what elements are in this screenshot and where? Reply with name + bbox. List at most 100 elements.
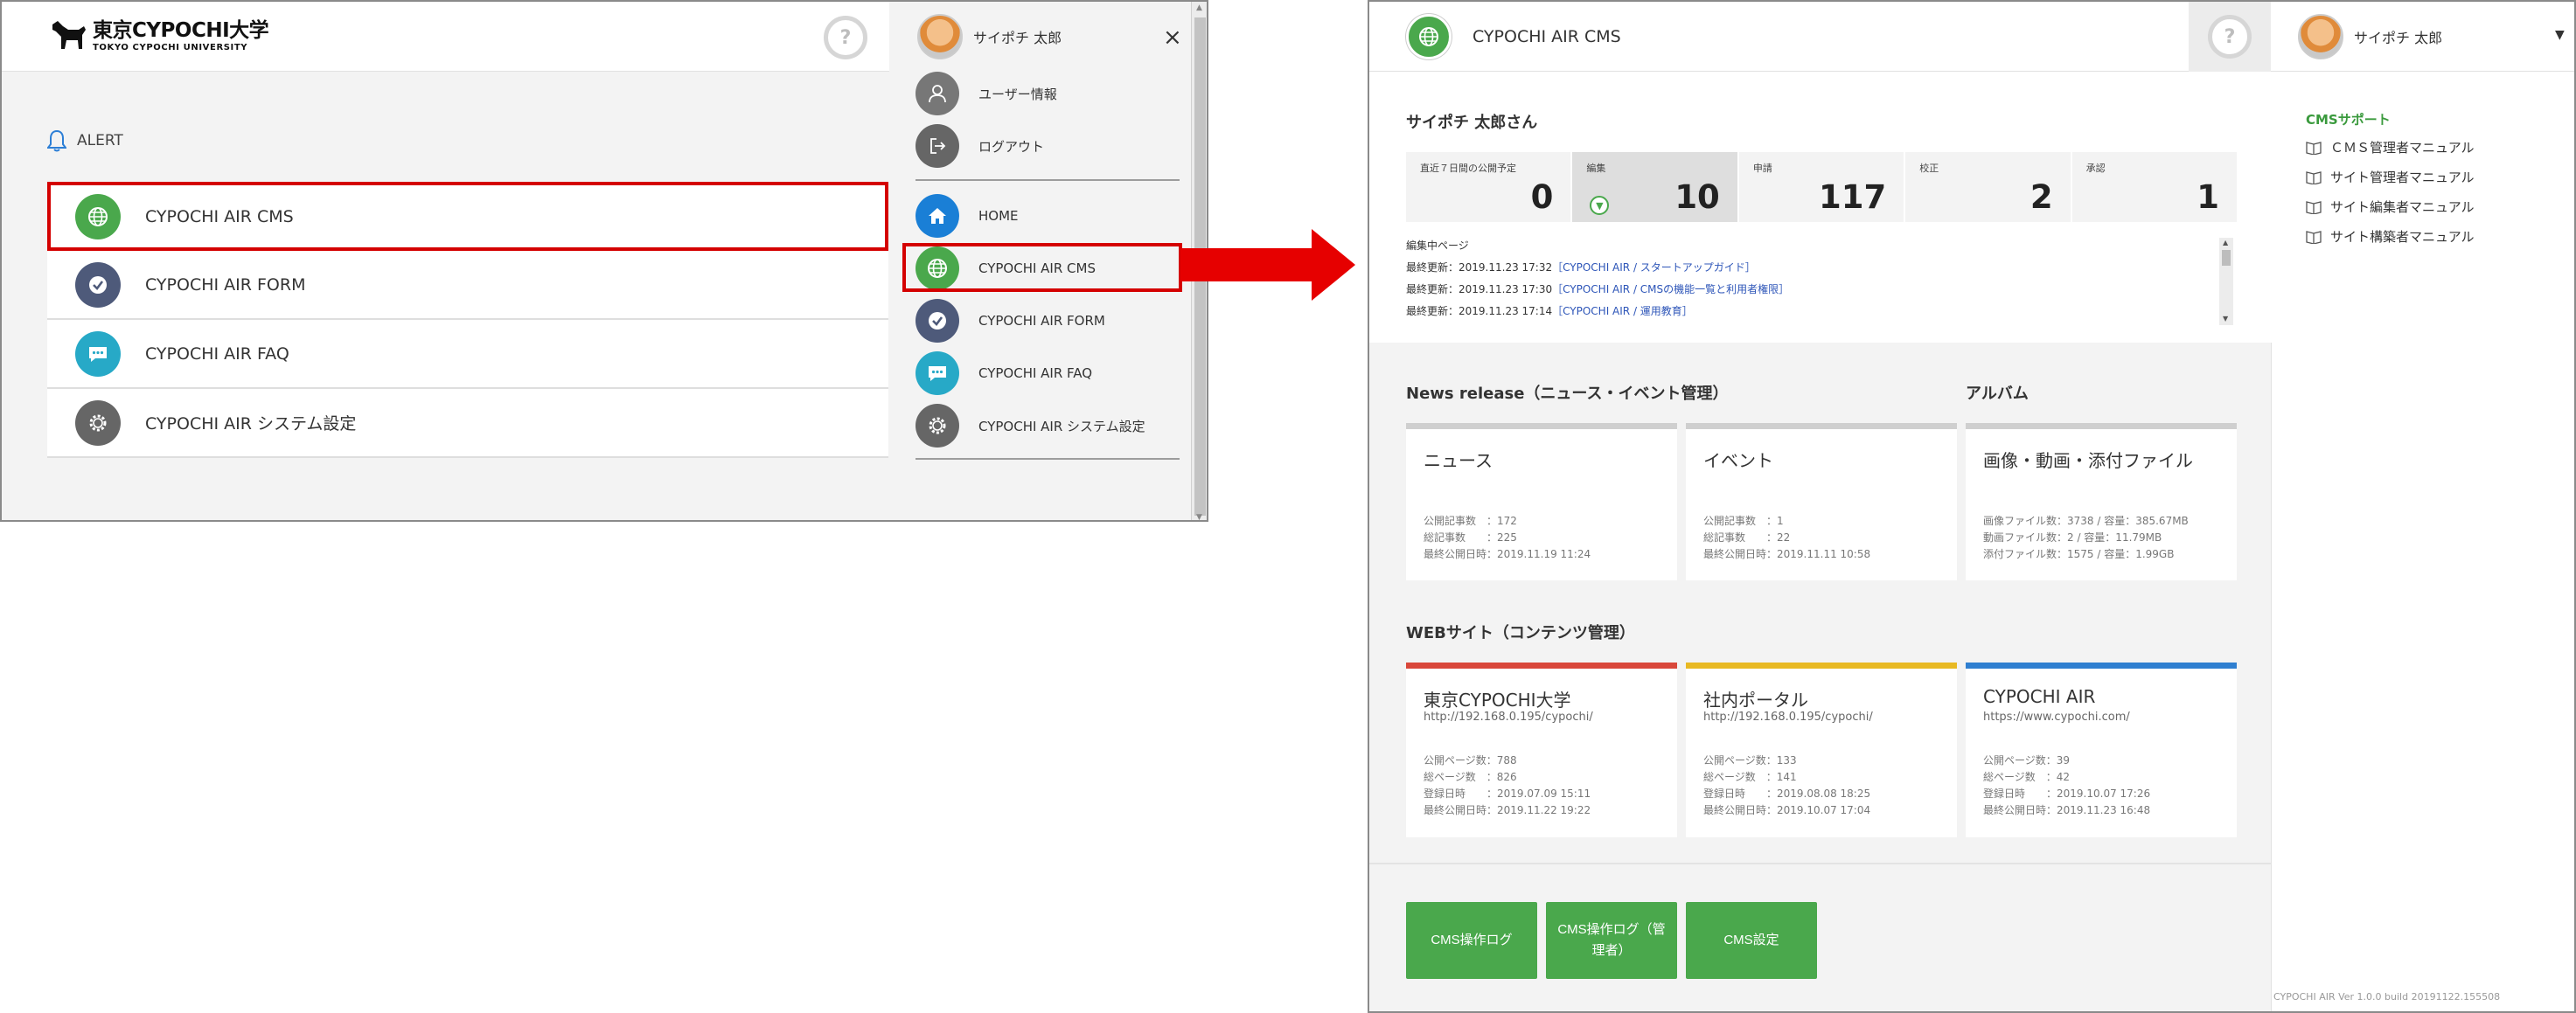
drawer-item-label: HOME [978, 208, 1019, 224]
card-url[interactable]: http://192.168.0.195/cypochi/ [1424, 711, 1593, 724]
left-screenshot: 東京CYPOCHI大学 TOKYO CYPOCHI UNIVERSITY ? A… [0, 0, 1208, 522]
editing-title: 編集中ページ [1406, 239, 1469, 252]
chevron-down-icon[interactable]: ▼ [1590, 196, 1610, 215]
card-title: 社内ポータル [1703, 690, 1808, 711]
app-logo[interactable]: CYPOCHI AIR CMS [1406, 14, 1621, 59]
close-icon[interactable]: × [1163, 24, 1182, 51]
stat-request[interactable]: 申請 117 [1739, 152, 1906, 222]
cms-admin-log-button[interactable]: CMS操作ログ（管理者） [1546, 902, 1677, 979]
page-link[interactable]: ［CYPOCHI AIR / CMSの機能一覧と利用者権限］ [1552, 283, 1789, 295]
user-icon [916, 72, 959, 115]
cms-log-button[interactable]: CMS操作ログ [1406, 902, 1537, 979]
cms-settings-button[interactable]: CMS設定 [1686, 902, 1817, 979]
card-title: イベント [1703, 450, 1773, 471]
manual-link[interactable]: サイト管理者マニュアル [2306, 168, 2475, 186]
list-item: 最終更新：2019.11.23 17:14［CYPOCHI AIR / 運用教育… [1406, 305, 1693, 317]
dashboard-main: サイポチ 太郎さん 直近７日間の公開予定 0 編集 ▼ 10 申請 117 校正 [1369, 72, 2272, 1011]
scroll-up-icon[interactable]: ▲ [2223, 239, 2228, 246]
card-url[interactable]: https://www.cypochi.com/ [1983, 711, 2130, 724]
card-title: ニュース [1424, 450, 1493, 471]
alert-link[interactable]: ALERT [47, 129, 123, 152]
drawer-user-name: サイポチ 太郎 [973, 30, 1062, 46]
stat-proofreading[interactable]: 校正 2 [1905, 152, 2072, 222]
list-item: 最終更新：2019.11.23 17:32［CYPOCHI AIR / スタート… [1406, 261, 1756, 274]
drawer-divider [916, 458, 1180, 460]
site-card-portal[interactable]: 社内ポータル http://192.168.0.195/cypochi/ 公開ペ… [1686, 663, 1957, 837]
app-menu: CYPOCHI AIR CMS CYPOCHI AIR FORM CYPOCHI… [47, 182, 888, 458]
drawer-item-label: CYPOCHI AIR システム設定 [978, 418, 1145, 434]
site-card-university[interactable]: 東京CYPOCHI大学 http://192.168.0.195/cypochi… [1406, 663, 1677, 837]
university-logo[interactable]: 東京CYPOCHI大学 TOKYO CYPOCHI UNIVERSITY [49, 19, 269, 54]
stat-label: 編集 [1586, 163, 1606, 174]
avatar [2298, 14, 2343, 59]
drawer-item-home[interactable]: HOME [916, 194, 1019, 238]
home-icon [916, 194, 959, 238]
user-name: サイポチ 太郎 [2354, 30, 2443, 46]
drawer-user[interactable]: サイポチ 太郎 [917, 14, 1062, 59]
globe-icon [75, 193, 121, 239]
menu-item-label: CYPOCHI AIR システム設定 [145, 414, 357, 434]
menu-item-label: CYPOCHI AIR CMS [145, 206, 294, 226]
stat-value: 117 [1818, 178, 1887, 216]
scroll-thumb[interactable] [2222, 250, 2231, 266]
drawer-item-faq[interactable]: CYPOCHI AIR FAQ [916, 351, 1092, 395]
album-card[interactable]: 画像・動画・添付ファイル 画像ファイル数：3738 / 容量：385.67MB … [1966, 423, 2237, 580]
stat-scheduled[interactable]: 直近７日間の公開予定 0 [1406, 152, 1573, 222]
card-stats: 公開記事数 ：172 総記事数 ：225 最終公開日時：2019.11.19 1… [1424, 515, 1591, 560]
help-button[interactable]: ? [2208, 15, 2252, 59]
alert-label: ALERT [77, 132, 123, 149]
divider [1369, 863, 2272, 864]
stat-value: 2 [2029, 178, 2053, 216]
drawer-item-form[interactable]: CYPOCHI AIR FORM [916, 299, 1105, 343]
drawer-item-logout[interactable]: ログアウト [916, 124, 1044, 168]
news-card[interactable]: ニュース 公開記事数 ：172 総記事数 ：225 最終公開日時：2019.11… [1406, 423, 1677, 580]
chevron-down-icon[interactable]: ▼ [2555, 28, 2565, 42]
top-bar: 東京CYPOCHI大学 TOKYO CYPOCHI UNIVERSITY ? [2, 2, 889, 72]
menu-item-settings[interactable]: CYPOCHI AIR システム設定 [47, 389, 888, 458]
event-card[interactable]: イベント 公開記事数 ：1 総記事数 ：22 最終公開日時：2019.11.11… [1686, 423, 1957, 580]
stat-label: 直近７日間の公開予定 [1420, 163, 1516, 174]
scroll-down-icon[interactable]: ▼ [2223, 315, 2228, 323]
manual-link[interactable]: サイト構築者マニュアル [2306, 227, 2475, 246]
help-button[interactable]: ? [824, 16, 867, 59]
arrow-icon [1180, 229, 1355, 301]
menu-item-form[interactable]: CYPOCHI AIR FORM [47, 251, 888, 320]
dog-logo-icon [52, 21, 86, 49]
book-icon [2306, 141, 2322, 155]
book-icon [2306, 170, 2322, 184]
support-sidebar: CMSサポート ＣＭＳ管理者マニュアル サイト管理者マニュアル サイト編集者マニ… [2273, 72, 2574, 1011]
right-screenshot: CYPOCHI AIR CMS ? サイポチ 太郎 ▼ サイポチ 太郎さん 直近… [1368, 0, 2576, 1013]
menu-item-label: CYPOCHI AIR FORM [145, 274, 306, 295]
check-icon [916, 299, 959, 343]
user-menu[interactable]: サイポチ 太郎 [2298, 14, 2442, 59]
bell-icon [47, 129, 66, 152]
editing-scrollbar[interactable]: ▲ ▼ [2219, 238, 2233, 325]
gear-icon [916, 404, 959, 448]
stat-label: 校正 [1919, 163, 1939, 174]
top-bar: CYPOCHI AIR CMS ? サイポチ 太郎 ▼ [1369, 2, 2574, 72]
drawer-item-label: CYPOCHI AIR FAQ [978, 365, 1093, 381]
drawer-item-user-info[interactable]: ユーザー情報 [916, 72, 1057, 115]
drawer-item-label: CYPOCHI AIR FORM [978, 313, 1105, 329]
workflow-stats: 直近７日間の公開予定 0 編集 ▼ 10 申請 117 校正 2 承認 1 [1406, 152, 2237, 222]
drawer-item-settings[interactable]: CYPOCHI AIR システム設定 [916, 404, 1145, 448]
drawer-item-label: ユーザー情報 [978, 86, 1057, 102]
stat-editing[interactable]: 編集 ▼ 10 [1572, 152, 1739, 222]
manual-link[interactable]: サイト編集者マニュアル [2306, 198, 2475, 216]
action-buttons: CMS操作ログ CMS操作ログ（管理者） CMS設定 [1406, 902, 1826, 979]
page-link[interactable]: ［CYPOCHI AIR / スタートアップガイド］ [1552, 261, 1756, 274]
card-url[interactable]: http://192.168.0.195/cypochi/ [1703, 711, 1873, 724]
scroll-down-icon[interactable]: ▼ [1196, 513, 1202, 520]
card-stats: 公開記事数 ：1 総記事数 ：22 最終公開日時：2019.11.11 10:5… [1703, 515, 1871, 560]
page-link[interactable]: ［CYPOCHI AIR / 運用教育］ [1552, 305, 1693, 317]
gear-icon [75, 399, 121, 446]
stat-value: 1 [2197, 178, 2220, 216]
stat-approval[interactable]: 承認 1 [2072, 152, 2237, 222]
menu-item-cms[interactable]: CYPOCHI AIR CMS [47, 182, 888, 251]
site-card-cypochi-air[interactable]: CYPOCHI AIR https://www.cypochi.com/ 公開ペ… [1966, 663, 2237, 837]
scroll-up-icon[interactable]: ▲ [1196, 3, 1202, 12]
manual-link[interactable]: ＣＭＳ管理者マニュアル [2306, 138, 2475, 156]
menu-item-faq[interactable]: CYPOCHI AIR FAQ [47, 320, 888, 389]
stat-label: 申請 [1752, 163, 1772, 174]
status-panel: サイポチ 太郎さん 直近７日間の公開予定 0 編集 ▼ 10 申請 117 校正 [1369, 72, 2272, 343]
